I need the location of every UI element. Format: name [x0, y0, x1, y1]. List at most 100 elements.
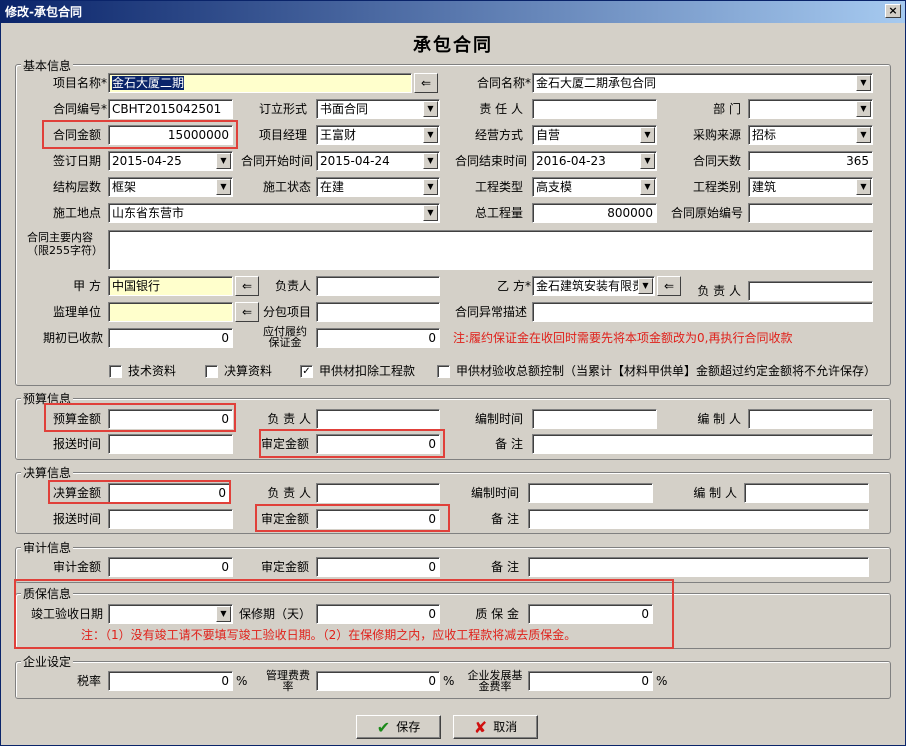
chevron-down-icon[interactable]: ▼	[640, 179, 655, 195]
party-a-input[interactable]: 中国银行	[108, 276, 233, 296]
chevron-down-icon[interactable]: ▼	[638, 278, 653, 294]
final-maker-input[interactable]	[744, 483, 869, 503]
checkbox[interactable]	[205, 365, 218, 378]
chevron-down-icon[interactable]: ▼	[856, 101, 871, 117]
site-label: 施工地点	[52, 206, 101, 220]
supervisor-input[interactable]	[108, 302, 233, 322]
chevron-down-icon[interactable]: ▼	[423, 101, 438, 117]
contract-name-select[interactable]: 金石大厦二期承包合同 ▼	[532, 73, 873, 93]
end-date-value: 2016-04-23	[536, 154, 606, 168]
checkbox[interactable]: ✓	[300, 365, 313, 378]
final-amount-highlight	[48, 480, 231, 504]
party-b-picker-icon[interactable]: ⇐	[657, 276, 681, 296]
checkbox[interactable]	[109, 365, 122, 378]
final-remark-input[interactable]	[528, 509, 869, 529]
dev-label: 企业发展基金费率	[467, 669, 523, 693]
budget-remark-input[interactable]	[532, 434, 873, 454]
abnormal-input[interactable]	[532, 302, 873, 322]
days-input[interactable]: 365	[748, 151, 873, 171]
sign-date-picker[interactable]: 2015-04-25 ▼	[108, 151, 233, 171]
save-button[interactable]: ✔ 保存	[356, 715, 441, 739]
chevron-down-icon[interactable]: ▼	[216, 179, 231, 195]
chevron-down-icon[interactable]: ▼	[423, 127, 438, 143]
structure-value: 框架	[112, 180, 137, 194]
check-final-docs[interactable]: 决算资料	[205, 363, 272, 379]
chevron-down-icon[interactable]: ▼	[856, 127, 871, 143]
mgmt-input[interactable]: 0	[316, 671, 440, 691]
enterprise-title: 企业设定	[21, 653, 74, 670]
pcat-select[interactable]: 建筑 ▼	[748, 177, 873, 197]
party-b-select[interactable]: 金石建筑安装有限责 ▼	[532, 276, 655, 296]
project-name-input[interactable]: 金石大厦二期	[108, 73, 412, 93]
qty-input[interactable]: 800000	[532, 203, 657, 223]
site-select[interactable]: 山东省东营市 ▼	[108, 203, 440, 223]
project-picker-icon[interactable]: ⇐	[414, 73, 438, 93]
ptype-select[interactable]: 高支模 ▼	[532, 177, 657, 197]
chevron-down-icon[interactable]: ▼	[423, 153, 438, 169]
warranty-period-input[interactable]: 0	[316, 604, 440, 624]
dev-percent: %	[656, 674, 668, 688]
amount-highlight	[42, 120, 238, 149]
warranty-deposit-input[interactable]: 0	[528, 604, 653, 624]
content-textarea[interactable]	[108, 230, 873, 270]
title-bar: 修改-承包合同 ×	[1, 1, 905, 23]
final-time-input[interactable]	[528, 483, 653, 503]
budget-send-input[interactable]	[108, 434, 233, 454]
deposit-label: 应付履约保证金	[263, 325, 307, 349]
a-owner-input[interactable]	[316, 276, 440, 296]
check-tech-docs[interactable]: 技术资料	[109, 363, 176, 379]
start-date-picker[interactable]: 2015-04-24 ▼	[316, 151, 440, 171]
dev-input[interactable]: 0	[528, 671, 653, 691]
deposit-input[interactable]: 0	[316, 328, 440, 348]
tax-input[interactable]: 0	[108, 671, 233, 691]
close-icon[interactable]: ×	[885, 4, 901, 18]
chevron-down-icon[interactable]: ▼	[640, 153, 655, 169]
basic-info-title: 基本信息	[21, 57, 74, 74]
chevron-down-icon[interactable]: ▼	[856, 179, 871, 195]
status-label: 施工状态	[262, 180, 311, 194]
budget-time-label: 编制时间	[474, 412, 523, 426]
chevron-down-icon[interactable]: ▼	[423, 179, 438, 195]
budget-owner-input[interactable]	[316, 409, 440, 429]
check-owner-material-limit[interactable]: 甲供材验收总额控制（当累计【材料甲供单】金额超过约定金额将不允许保存）	[437, 363, 876, 379]
chevron-down-icon[interactable]: ▼	[423, 205, 438, 221]
source-select[interactable]: 招标 ▼	[748, 125, 873, 145]
audit-remark-input[interactable]	[528, 557, 869, 577]
status-select[interactable]: 在建 ▼	[316, 177, 440, 197]
audit-amount-input[interactable]: 0	[108, 557, 233, 577]
sign-form-select[interactable]: 书面合同 ▼	[316, 99, 440, 119]
init-recv-input[interactable]: 0	[108, 328, 233, 348]
audit-approved-label: 审定金额	[260, 560, 309, 574]
supervisor-picker-icon[interactable]: ⇐	[235, 302, 259, 322]
budget-time-input[interactable]	[532, 409, 657, 429]
audit-approved-input[interactable]: 0	[316, 557, 440, 577]
final-time-label: 编制时间	[470, 486, 519, 500]
b-owner-input[interactable]	[748, 281, 873, 301]
dept-select[interactable]: ▼	[748, 99, 873, 119]
chevron-down-icon[interactable]: ▼	[216, 153, 231, 169]
cancel-button[interactable]: ✘ 取消	[453, 715, 538, 739]
final-owner-input[interactable]	[316, 483, 440, 503]
sub-input[interactable]	[316, 302, 440, 322]
mode-select[interactable]: 自营 ▼	[532, 125, 657, 145]
end-date-picker[interactable]: 2016-04-23 ▼	[532, 151, 657, 171]
sign-form-value: 书面合同	[320, 102, 369, 116]
budget-maker-input[interactable]	[748, 409, 873, 429]
final-remark-label: 备 注	[491, 512, 519, 526]
checkbox[interactable]	[437, 365, 450, 378]
final-send-input[interactable]	[108, 509, 233, 529]
a-owner-label: 负责人	[274, 279, 311, 293]
structure-select[interactable]: 框架 ▼	[108, 177, 233, 197]
orig-no-input[interactable]	[748, 203, 873, 223]
party-a-picker-icon[interactable]: ⇐	[235, 276, 259, 296]
chevron-down-icon[interactable]: ▼	[856, 75, 871, 91]
pm-select[interactable]: 王富财 ▼	[316, 125, 440, 145]
owner-input[interactable]	[532, 99, 657, 119]
start-date-value: 2015-04-24	[320, 154, 390, 168]
chevron-down-icon[interactable]: ▼	[216, 606, 231, 622]
warranty-date-picker[interactable]: ▼	[108, 604, 233, 624]
check-owner-material-deduct[interactable]: ✓ 甲供材扣除工程款	[300, 363, 415, 379]
contract-no-input[interactable]: CBHT2015042501	[108, 99, 233, 119]
chevron-down-icon[interactable]: ▼	[640, 127, 655, 143]
structure-label: 结构层数	[52, 180, 101, 194]
